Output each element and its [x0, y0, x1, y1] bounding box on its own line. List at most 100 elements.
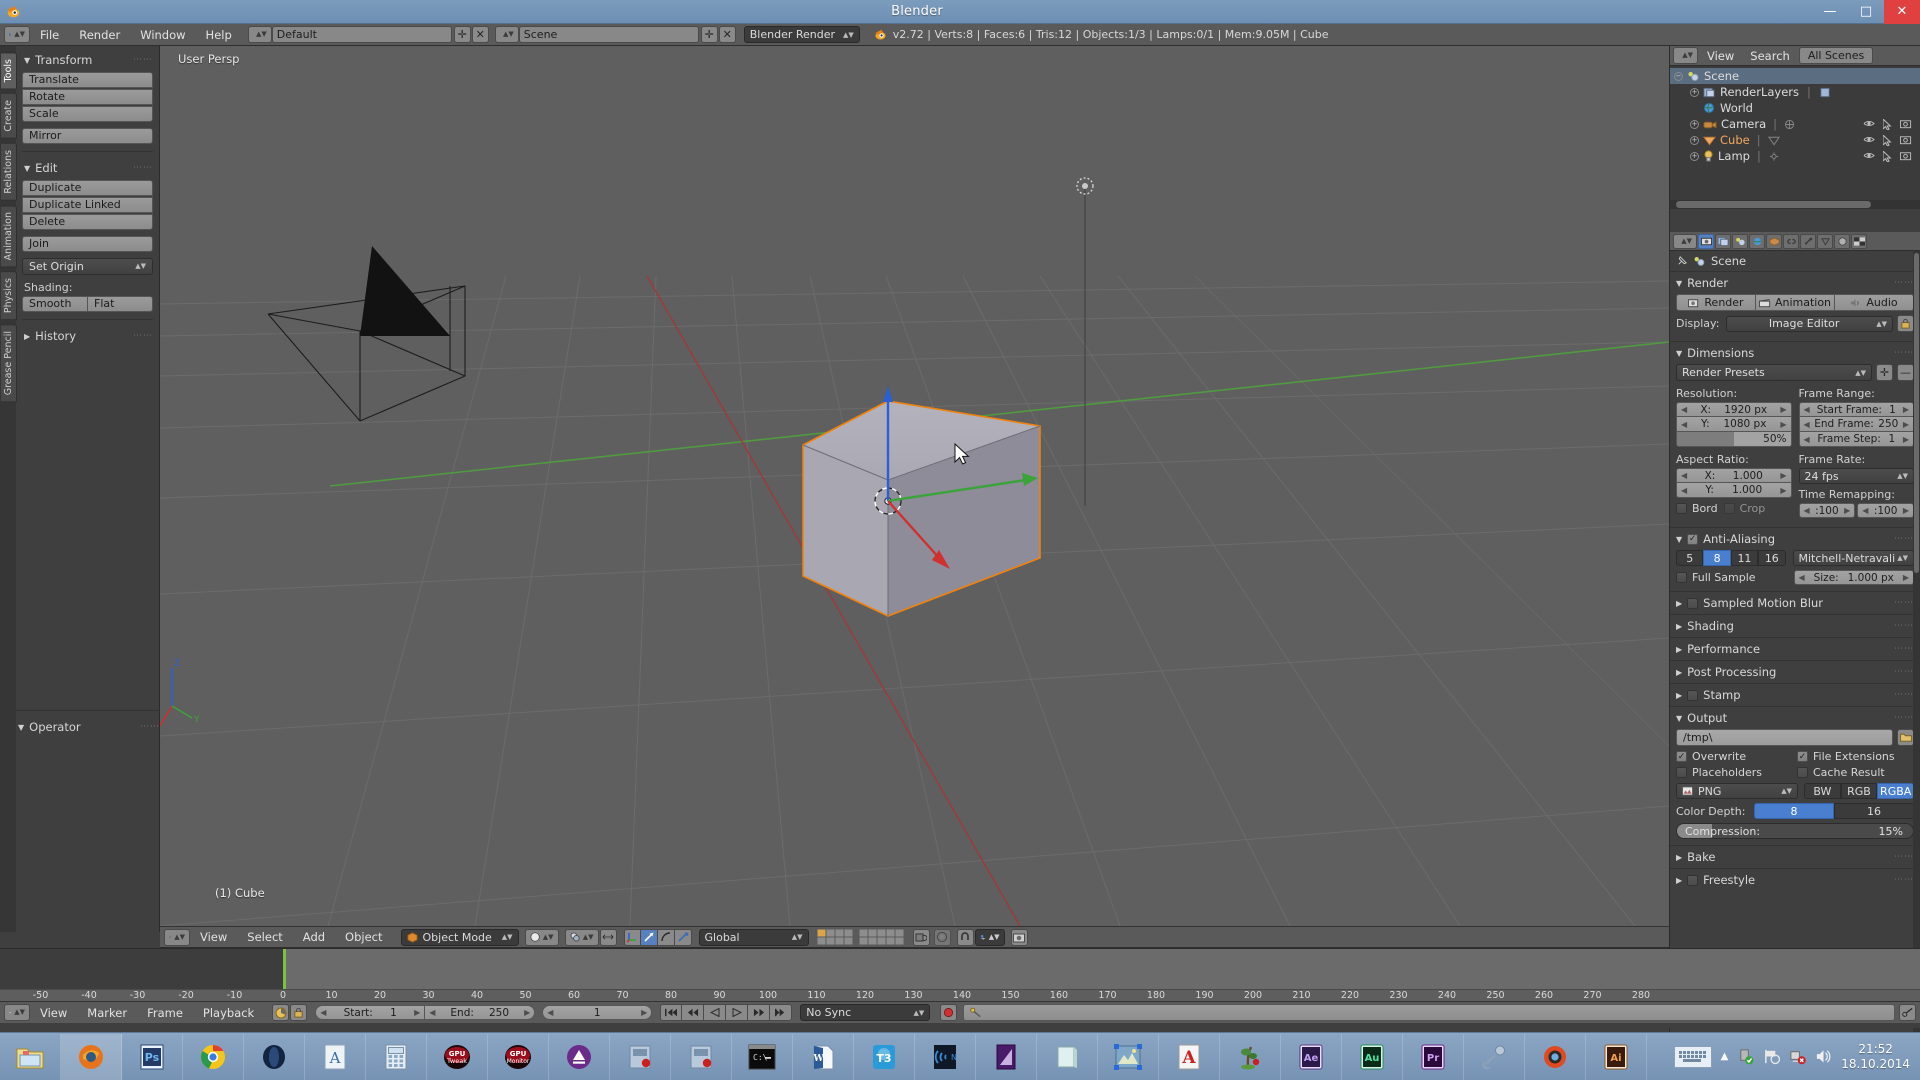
- pin-icon[interactable]: [1676, 255, 1688, 267]
- start-frame-field[interactable]: ◀ Start Frame: 1 ▶: [1798, 402, 1914, 417]
- eye-icon[interactable]: [1863, 119, 1875, 128]
- prev-keyframe-icon[interactable]: [682, 1004, 705, 1021]
- taskbar-item-audition[interactable]: Au: [1342, 1033, 1403, 1080]
- tab-animation[interactable]: Animation: [1, 204, 17, 268]
- cache-result-checkbox-row[interactable]: ✓ Cache Result: [1797, 766, 1914, 779]
- add-preset-button[interactable]: ✛: [1876, 364, 1893, 381]
- lock-icon[interactable]: [290, 1004, 308, 1021]
- tab-modifiers[interactable]: [1800, 233, 1816, 249]
- aa-sample-8[interactable]: 8: [1703, 550, 1731, 566]
- display-mode-select[interactable]: Image Editor ▲▼: [1726, 315, 1893, 332]
- expand-collapse-icon[interactable]: +: [1690, 87, 1699, 97]
- menu-help[interactable]: Help: [196, 25, 242, 45]
- color-mode-rgb[interactable]: RGB: [1840, 783, 1878, 799]
- color-depth-16[interactable]: 16: [1834, 803, 1914, 819]
- taskbar-item-daemon-tools[interactable]: [671, 1033, 732, 1080]
- taskbar-item-calculator[interactable]: [366, 1033, 427, 1080]
- panel-stamp[interactable]: ▶ ✓ Stamp ⋯⋯: [1670, 683, 1920, 706]
- taskbar-item-font-viewer[interactable]: A: [305, 1033, 366, 1080]
- camera-data-icon[interactable]: [1784, 119, 1796, 130]
- crop-checkbox-row[interactable]: ✓ Crop: [1723, 502, 1765, 515]
- translate-button[interactable]: Translate: [22, 72, 153, 88]
- output-path-input[interactable]: /tmp\: [1676, 729, 1893, 746]
- taskbar-item-acrobat[interactable]: A: [1159, 1033, 1220, 1080]
- folder-icon[interactable]: [1897, 729, 1914, 746]
- tab-scene[interactable]: [1732, 233, 1748, 249]
- end-frame-field[interactable]: ◀ End Frame: 250 ▶: [1798, 417, 1914, 432]
- aa-sample-11[interactable]: 11: [1730, 550, 1759, 566]
- menu-file[interactable]: File: [30, 25, 69, 45]
- close-button[interactable]: ✕: [1884, 0, 1920, 24]
- panel-sampled-motion-blur[interactable]: ▶ ✓ Sampled Motion Blur ⋯⋯: [1670, 591, 1920, 614]
- taskbar-item-notes[interactable]: [1037, 1033, 1098, 1080]
- viewport-menu-view[interactable]: View: [190, 927, 237, 947]
- taskbar-item-chrome[interactable]: [183, 1033, 244, 1080]
- outliner-row-toggles[interactable]: [1863, 118, 1916, 130]
- tab-physics[interactable]: Physics: [1, 271, 17, 321]
- sampled-motion-blur-checkbox[interactable]: ✓: [1687, 597, 1699, 609]
- viewport-menu-object[interactable]: Object: [335, 927, 392, 947]
- outliner-menu-search[interactable]: Search: [1743, 46, 1797, 66]
- render-image-button[interactable]: Render: [1676, 294, 1756, 311]
- viewport-menu-select[interactable]: Select: [237, 927, 292, 947]
- panel-post-processing[interactable]: ▶ Post Processing ⋯⋯: [1670, 660, 1920, 683]
- lock-to-scene-icon[interactable]: [912, 928, 930, 946]
- panel-dimensions-header[interactable]: ▼ Dimensions ⋯⋯: [1670, 342, 1920, 364]
- outliner-display-mode-select[interactable]: All Scenes: [1798, 47, 1874, 64]
- aspect-x-field[interactable]: ◀ X: 1.000 ▶: [1676, 468, 1792, 483]
- viewport-shading-select[interactable]: ▲▼: [524, 928, 559, 946]
- compression-slider[interactable]: Compression: 15%: [1676, 823, 1914, 839]
- taskbar-item-word[interactable]: W: [793, 1033, 854, 1080]
- timeline-menu-view[interactable]: View: [30, 1003, 77, 1023]
- jump-start-icon[interactable]: [660, 1004, 683, 1021]
- taskbar-item-premiere[interactable]: Pr: [1403, 1033, 1464, 1080]
- outliner-row-world[interactable]: World: [1670, 100, 1920, 116]
- taskbar-item-tree[interactable]: [1220, 1033, 1281, 1080]
- border-checkbox[interactable]: ✓: [1676, 503, 1687, 514]
- outliner-row-camera[interactable]: + Camera |: [1670, 116, 1920, 132]
- taskbar-item-virtual-drive[interactable]: [610, 1033, 671, 1080]
- usb-safely-remove-icon[interactable]: [1737, 1048, 1754, 1065]
- antialiasing-checkbox[interactable]: ✓: [1687, 533, 1699, 545]
- taskbar-item-clean[interactable]: [549, 1033, 610, 1080]
- cursor-arrow-icon[interactable]: [1883, 134, 1892, 146]
- timeline-editor-icon[interactable]: ▲▼: [4, 1004, 30, 1021]
- taskbar-item-command-prompt[interactable]: C:\: [732, 1033, 793, 1080]
- timeline-canvas[interactable]: -50 -40 -30 -20 -10 0 10 20 30 40 50 60 70 80 90 100 110…: [0, 949, 1920, 1001]
- keying-set-add-icon[interactable]: [1899, 1004, 1916, 1021]
- timeline-menu-marker[interactable]: Marker: [77, 1003, 137, 1023]
- outliner-row-toggles[interactable]: [1863, 150, 1916, 162]
- frame-rate-select[interactable]: 24 fps ▲▼: [1798, 468, 1914, 484]
- remove-preset-button[interactable]: —: [1897, 364, 1914, 381]
- rotate-mode-icon[interactable]: [657, 928, 675, 946]
- panel-edit-header[interactable]: ▼ Edit ⋯⋯: [22, 158, 153, 180]
- taskbar-item-file-explorer[interactable]: [0, 1033, 61, 1080]
- timeline-ruler[interactable]: -50 -40 -30 -20 -10 0 10 20 30 40 50 60 70 80 90 100 110…: [0, 989, 1920, 1001]
- aa-sample-16[interactable]: 16: [1758, 550, 1786, 566]
- properties-editor-icon[interactable]: ▲▼: [1673, 233, 1697, 249]
- current-frame-field[interactable]: ◀ 1 ▶: [542, 1005, 653, 1020]
- scale-manipulator-icon[interactable]: [674, 928, 692, 946]
- outliner-row-lamp[interactable]: + Lamp |: [1670, 148, 1920, 164]
- taskbar-item-after-effects[interactable]: Ae: [1281, 1033, 1342, 1080]
- border-checkbox-row[interactable]: ✓ Bord: [1676, 502, 1718, 515]
- time-remap-new-field[interactable]: ◀:100 ▶: [1857, 503, 1914, 518]
- duplicate-button[interactable]: Duplicate: [22, 180, 153, 196]
- maximize-button[interactable]: □: [1848, 0, 1884, 24]
- outliner-tree[interactable]: − Scene + RenderLayers | World + Camera …: [1670, 66, 1920, 209]
- menu-window[interactable]: Window: [130, 25, 195, 45]
- record-icon[interactable]: [940, 1004, 958, 1021]
- crop-checkbox[interactable]: ✓: [1723, 503, 1735, 514]
- outliner-row-toggles[interactable]: [1863, 134, 1916, 146]
- panel-antialiasing-header[interactable]: ▼ ✓ Anti-Aliasing ⋯⋯: [1670, 528, 1920, 550]
- color-mode-rgba[interactable]: RGBA: [1877, 783, 1915, 799]
- delete-scene-button[interactable]: ✕: [718, 26, 736, 43]
- outliner-row-renderlayers[interactable]: + RenderLayers |: [1670, 84, 1920, 100]
- full-sample-checkbox-row[interactable]: ✓ Full Sample: [1676, 571, 1787, 584]
- taskbar-item-teamviewer[interactable]: T3: [854, 1033, 915, 1080]
- cache-result-checkbox[interactable]: ✓: [1797, 767, 1808, 778]
- preview-range-icon[interactable]: [272, 1004, 290, 1021]
- cursor-arrow-icon[interactable]: [1883, 150, 1892, 162]
- outliner-row-scene[interactable]: − Scene: [1670, 68, 1920, 84]
- time-remap-old-field[interactable]: ◀:100 ▶: [1798, 503, 1856, 518]
